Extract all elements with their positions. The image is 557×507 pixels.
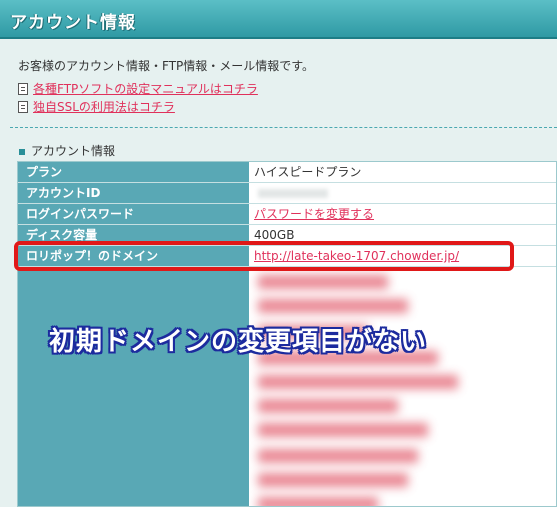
row-label: プラン — [18, 162, 250, 182]
page-header: アカウント情報 — [0, 0, 557, 39]
redacted-values — [250, 267, 556, 506]
row-value: ハイスピードプラン — [250, 162, 556, 182]
change-password-link[interactable]: パスワードを変更する — [254, 207, 374, 221]
table-row: ログインパスワード パスワードを変更する — [18, 204, 556, 225]
intro-text: お客様のアカウント情報・FTP情報・メール情報です。 — [18, 59, 315, 73]
section-title: アカウント情報 — [19, 142, 115, 159]
page-title: アカウント情報 — [10, 13, 136, 33]
redacted-value — [258, 423, 428, 437]
domain-highlight-box — [14, 241, 514, 271]
row-value: パスワードを変更する — [250, 204, 556, 224]
redacted-value — [258, 473, 408, 487]
redacted-value — [258, 449, 418, 463]
row-label: アカウントID — [18, 183, 250, 203]
redacted-value — [258, 497, 378, 506]
redacted-rows — [18, 267, 556, 506]
table-row: プラン ハイスピードプラン — [18, 162, 556, 183]
row-label: ログインパスワード — [18, 204, 250, 224]
annotation-callout: 初期ドメインの変更項目がない — [49, 327, 428, 357]
redacted-value — [258, 375, 458, 389]
account-id-value — [250, 183, 556, 203]
redacted-value — [258, 399, 398, 413]
ssl-guide-link[interactable]: 独自SSLの利用法はコチラ — [33, 98, 175, 115]
table-row: アカウントID — [18, 183, 556, 204]
document-icon — [18, 100, 28, 113]
ssl-guide-link-row[interactable]: 独自SSLの利用法はコチラ — [18, 98, 175, 115]
document-icon — [18, 82, 28, 95]
square-bullet-icon — [19, 148, 25, 155]
section-title-text: アカウント情報 — [31, 144, 116, 158]
redacted-value — [258, 299, 408, 313]
divider — [10, 127, 557, 128]
redacted-value — [258, 275, 388, 289]
redacted-labels — [18, 267, 250, 506]
ftp-manual-link[interactable]: 各種FTPソフトの設定マニュアルはコチラ — [33, 80, 258, 97]
redacted-account-id — [258, 189, 328, 198]
ftp-manual-link-row[interactable]: 各種FTPソフトの設定マニュアルはコチラ — [18, 80, 258, 97]
